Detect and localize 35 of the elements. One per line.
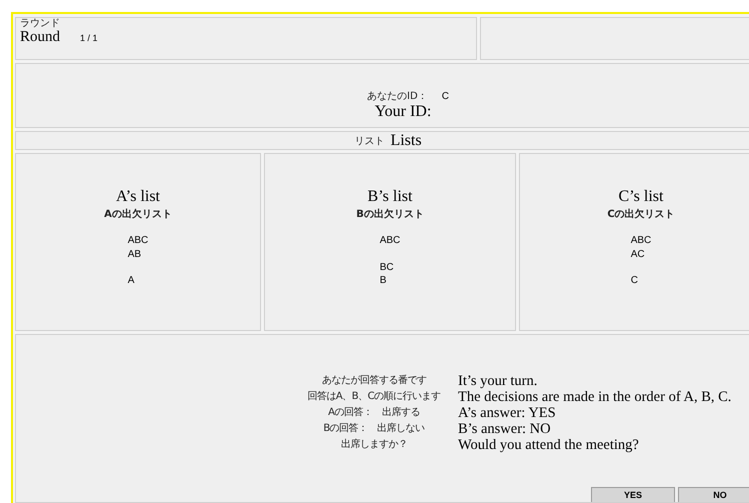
round-value: 1 / 1 xyxy=(80,33,98,43)
id-value: C xyxy=(442,91,449,102)
list-entry: A xyxy=(128,274,134,288)
list-title-ja: Bの出欠リスト xyxy=(356,208,424,221)
round-label-ja: ラウンド xyxy=(20,18,61,29)
lists-label: Lists xyxy=(390,132,422,150)
list-entry: B xyxy=(380,274,388,288)
message: The decisions are made in the order of A, B, C. xyxy=(458,389,732,405)
id-label: Your ID: xyxy=(374,103,432,121)
message-ja: 出席しますか？ xyxy=(340,438,408,452)
lists-label-ja: リスト xyxy=(354,134,384,148)
answer-button[interactable]: YES xyxy=(591,487,675,502)
message-ja: あなたが回答する番です xyxy=(322,374,426,388)
message: A’s answer: YES xyxy=(458,405,557,421)
list-title: A’s list xyxy=(116,188,160,206)
message-ja: Aの回答： 出席する xyxy=(328,406,420,420)
list-entry: BC xyxy=(380,260,394,274)
message: B’s answer: NO xyxy=(458,421,552,437)
list-title-ja: Aの出欠リスト xyxy=(104,208,172,221)
round-label: Round xyxy=(20,29,60,46)
list-title: C’s list xyxy=(618,188,664,206)
message: It’s your turn. xyxy=(458,373,538,389)
id-label-ja: あなたのID： xyxy=(367,90,428,103)
list-entry: ABC xyxy=(630,234,652,248)
list-title-ja: Cの出欠リスト xyxy=(607,208,675,221)
message: Would you attend the meeting? xyxy=(458,437,640,453)
list-entry: AC xyxy=(630,248,646,261)
list-entry: AB xyxy=(128,248,142,261)
list-entry: ABC xyxy=(128,234,148,248)
answer-button[interactable]: NO xyxy=(678,487,749,502)
message-ja: 回答はA、B、Cの順に行います xyxy=(307,390,441,404)
list-entry: ABC xyxy=(380,234,400,248)
list-title: B’s list xyxy=(368,188,412,206)
list-entry: C xyxy=(630,274,638,288)
message-ja: Bの回答： 出席しない xyxy=(323,422,425,436)
